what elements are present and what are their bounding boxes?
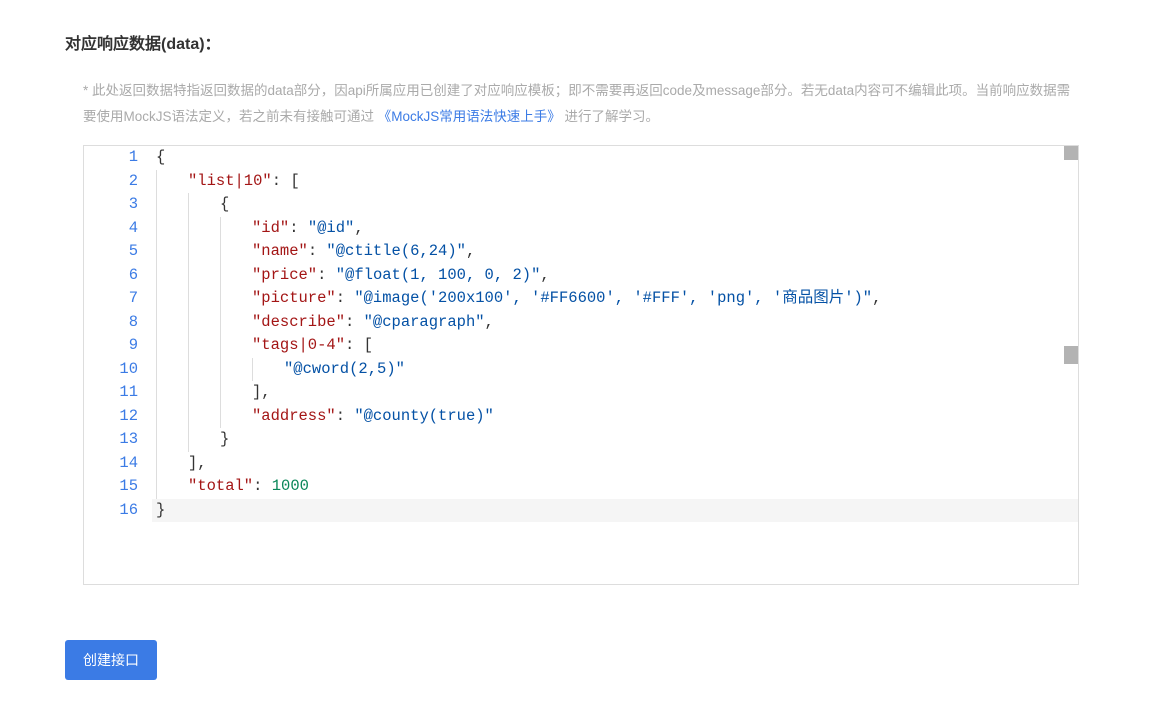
code-line: "price": "@float(1, 100, 0, 2)",	[152, 264, 1078, 288]
code-line: "describe": "@cparagraph",	[152, 311, 1078, 335]
code-line: "address": "@county(true)"	[152, 405, 1078, 429]
code-line: "name": "@ctitle(6,24)",	[152, 240, 1078, 264]
mockjs-guide-link[interactable]: 《MockJS常用语法快速上手》	[378, 109, 561, 124]
code-editor[interactable]: 1 2 3 4 5 6 7 8 9 10 11 12 13 14 15 16 {…	[83, 145, 1079, 585]
code-line: ],	[152, 452, 1078, 476]
line-number: 10	[84, 358, 138, 382]
code-line: }	[152, 428, 1078, 452]
editor-gutter: 1 2 3 4 5 6 7 8 9 10 11 12 13 14 15 16	[84, 146, 152, 584]
button-row: 创建接口	[65, 640, 1097, 680]
line-number: 11	[84, 381, 138, 405]
line-number: 15	[84, 475, 138, 499]
code-line: {	[152, 193, 1078, 217]
code-line: "@cword(2,5)"	[152, 358, 1078, 382]
code-line: "total": 1000	[152, 475, 1078, 499]
line-number: 12	[84, 405, 138, 429]
code-line: "id": "@id",	[152, 217, 1078, 241]
line-number: 3	[84, 193, 138, 217]
line-number: 8	[84, 311, 138, 335]
code-line: {	[152, 146, 1078, 170]
line-number: 1	[84, 146, 138, 170]
code-line: "picture": "@image('200x100', '#FF6600',…	[152, 287, 1078, 311]
line-number: 9	[84, 334, 138, 358]
line-number: 6	[84, 264, 138, 288]
help-text: * 此处返回数据特指返回数据的data部分，因api所属应用已创建了对应响应模板…	[83, 78, 1079, 129]
line-number: 14	[84, 452, 138, 476]
line-number: 5	[84, 240, 138, 264]
scrollbar-marker	[1064, 346, 1078, 364]
line-number: 13	[84, 428, 138, 452]
create-api-button[interactable]: 创建接口	[65, 640, 157, 680]
line-number: 2	[84, 170, 138, 194]
section-title: 对应响应数据(data)：	[65, 30, 1097, 54]
line-number: 4	[84, 217, 138, 241]
code-line: "list|10": [	[152, 170, 1078, 194]
line-number: 16	[84, 499, 138, 523]
help-suffix: 进行了解学习。	[561, 109, 659, 124]
editor-scrollbar[interactable]	[1064, 146, 1078, 584]
code-line: }	[152, 499, 1078, 523]
scrollbar-marker	[1064, 146, 1078, 160]
editor-code-area[interactable]: { "list|10": [ { "id": "@id", "name": "@…	[152, 146, 1078, 584]
code-line: "tags|0-4": [	[152, 334, 1078, 358]
line-number: 7	[84, 287, 138, 311]
code-line: ],	[152, 381, 1078, 405]
